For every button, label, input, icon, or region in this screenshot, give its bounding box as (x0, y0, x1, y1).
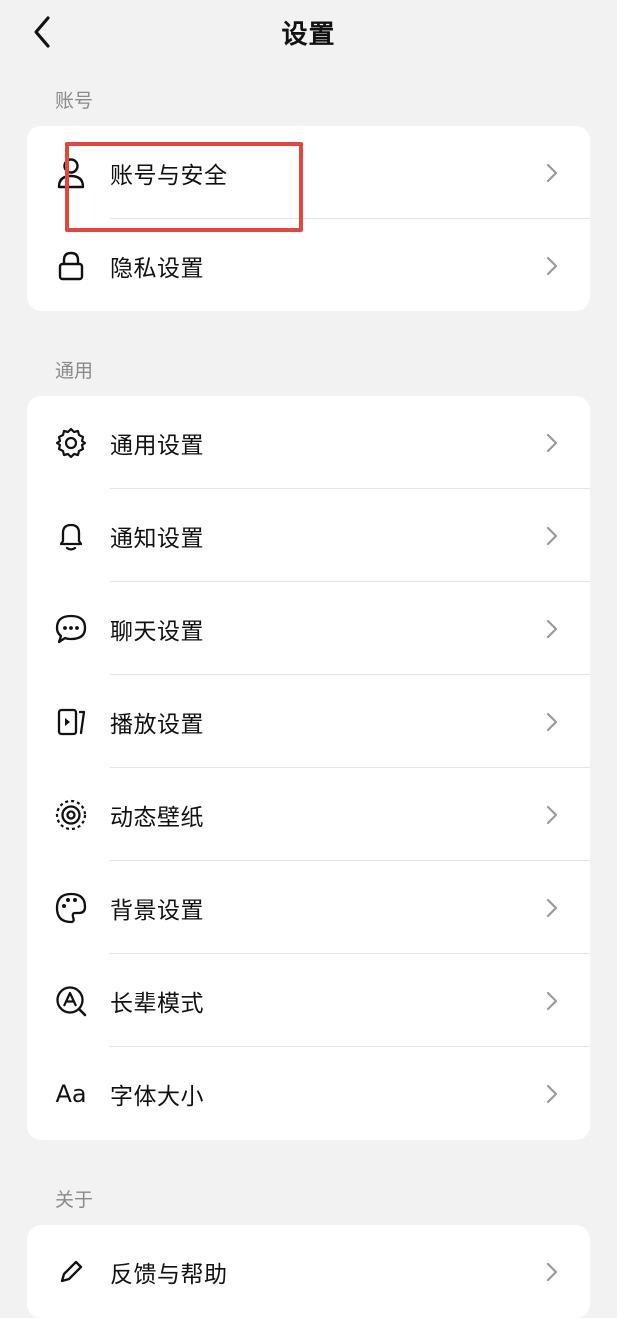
chevron-right-icon (546, 163, 558, 182)
concentric-circle-icon (53, 797, 89, 833)
chevron-right-icon (546, 433, 558, 452)
settings-item-label: 背景设置 (110, 897, 204, 924)
font-size-icon: Aa (55, 1079, 87, 1108)
general-card: 通用设置 通知设置 聊天设置 播放设置 动态壁纸 背景设置 长辈模式 Aa 字体… (27, 396, 590, 1140)
settings-item-label: 长辈模式 (110, 990, 204, 1017)
about-card: 反馈与帮助 (27, 1225, 590, 1318)
chevron-right-icon (546, 991, 558, 1010)
section-label-account: 账号 (55, 90, 94, 112)
settings-item-label: 聊天设置 (110, 618, 204, 645)
settings-item-label: 通知设置 (110, 525, 204, 552)
settings-item-background[interactable]: 背景设置 (27, 861, 590, 954)
lock-icon (53, 248, 89, 284)
settings-item-label: 隐私设置 (110, 255, 204, 282)
chevron-right-icon (546, 526, 558, 545)
settings-item-label: 播放设置 (110, 711, 204, 738)
settings-item-label: 反馈与帮助 (110, 1261, 228, 1288)
settings-item-notifications[interactable]: 通知设置 (27, 489, 590, 582)
chat-bubble-icon (53, 611, 89, 647)
settings-item-label: 通用设置 (110, 432, 204, 459)
chevron-right-icon (546, 256, 558, 275)
highlight-box (65, 142, 303, 232)
section-label-about: 关于 (55, 1189, 94, 1211)
pencil-icon (53, 1254, 89, 1290)
chevron-right-icon (546, 712, 558, 731)
settings-item-feedback-help[interactable]: 反馈与帮助 (27, 1225, 590, 1318)
section-label-general: 通用 (55, 360, 94, 382)
settings-item-playback[interactable]: 播放设置 (27, 675, 590, 768)
settings-item-elder-mode[interactable]: 长辈模式 (27, 954, 590, 1047)
settings-item-privacy[interactable]: 隐私设置 (27, 219, 590, 311)
settings-item-general[interactable]: 通用设置 (27, 396, 590, 489)
palette-icon (53, 890, 89, 926)
settings-item-live-wallpaper[interactable]: 动态壁纸 (27, 768, 590, 861)
top-bar: 设置 (0, 0, 617, 64)
chevron-right-icon (546, 805, 558, 824)
settings-item-label: 动态壁纸 (110, 804, 204, 831)
bell-icon (53, 518, 89, 554)
page-title: 设置 (281, 20, 336, 50)
elder-mode-icon (53, 983, 89, 1019)
gear-icon (53, 425, 89, 461)
play-icon (53, 704, 89, 740)
chevron-right-icon (546, 619, 558, 638)
settings-item-chat[interactable]: 聊天设置 (27, 582, 590, 675)
chevron-right-icon (546, 898, 558, 917)
chevron-right-icon (546, 1262, 558, 1281)
settings-item-font-size[interactable]: Aa 字体大小 (27, 1047, 590, 1140)
chevron-right-icon (546, 1084, 558, 1103)
settings-item-label: 字体大小 (110, 1083, 204, 1110)
